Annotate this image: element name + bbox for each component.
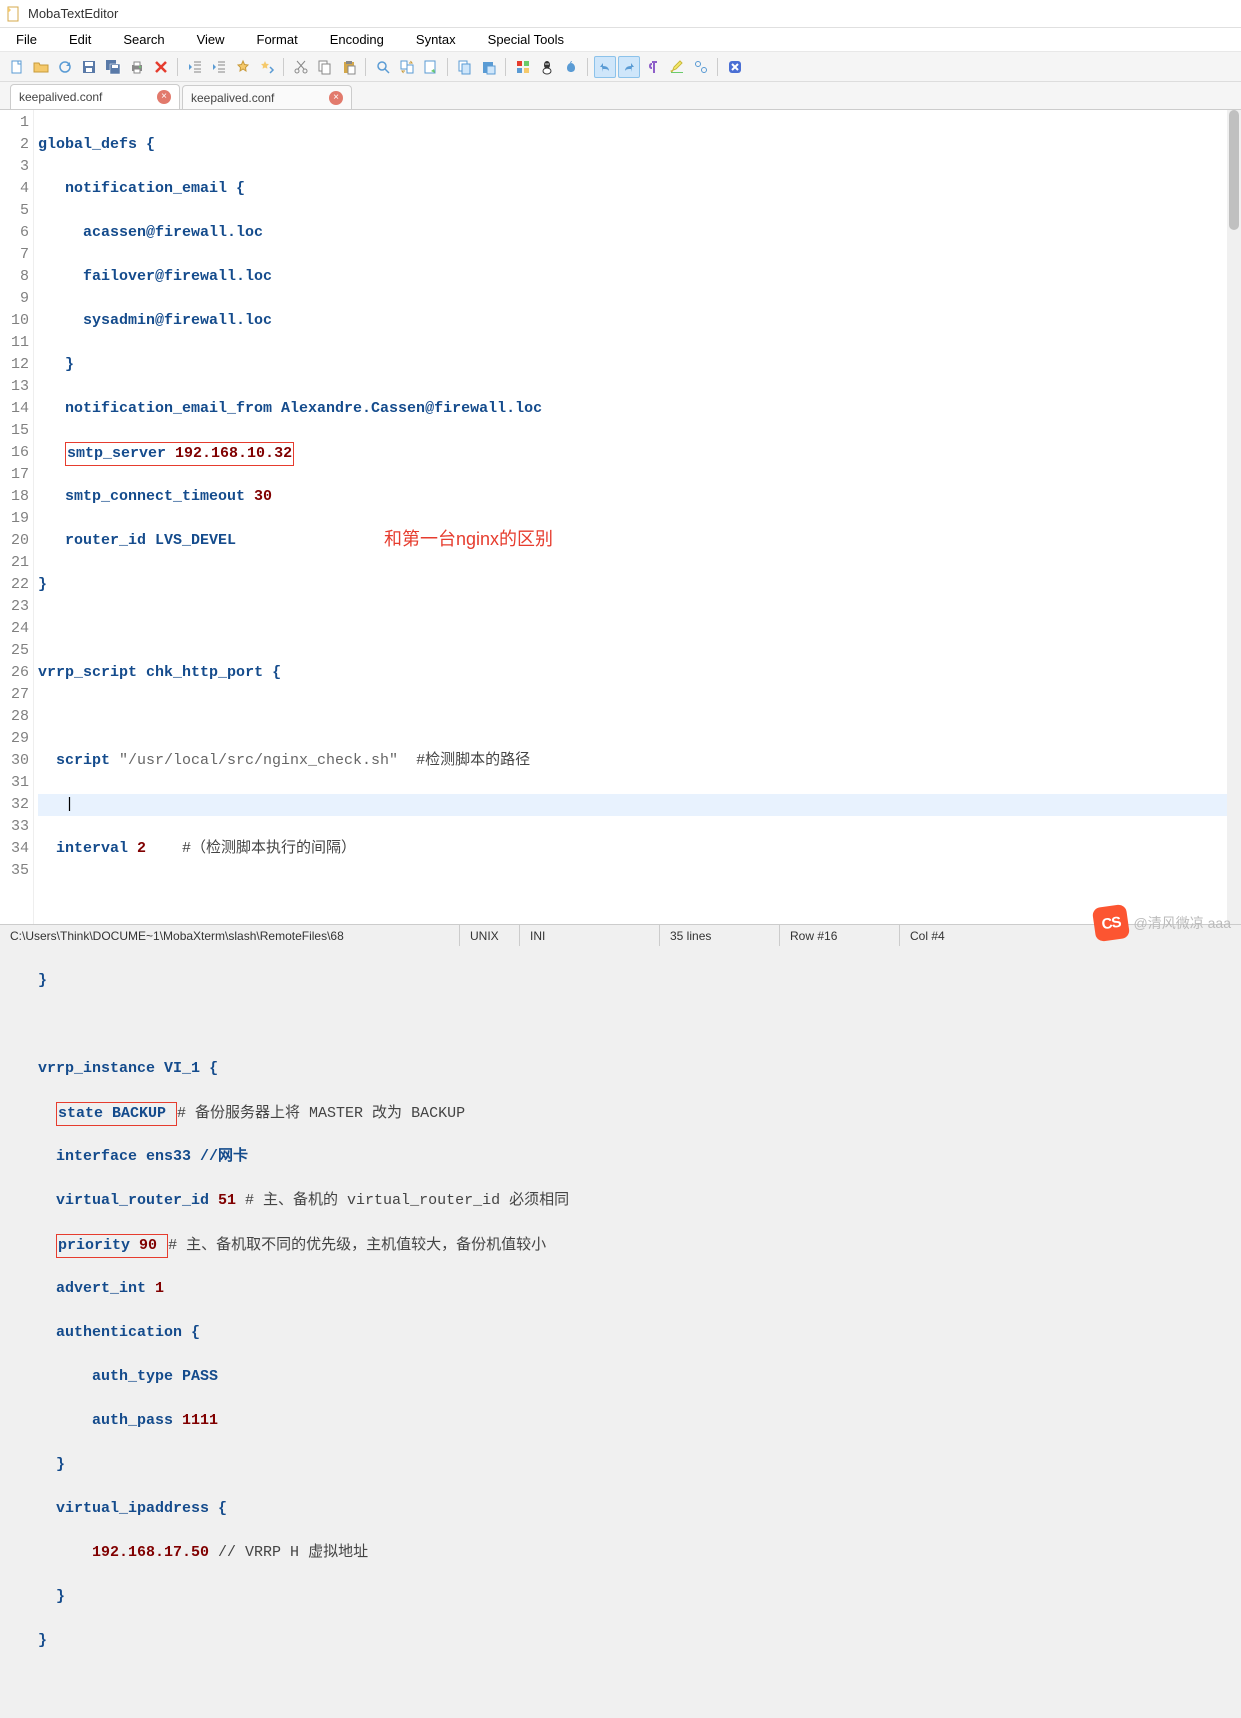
pilcrow-icon[interactable] [642, 56, 664, 78]
tab-label: keepalived.conf [191, 91, 274, 105]
tab-close-icon[interactable]: × [329, 91, 343, 105]
separator [502, 56, 510, 78]
bookmark-next-icon[interactable] [256, 56, 278, 78]
separator [174, 56, 182, 78]
mac-icon[interactable] [560, 56, 582, 78]
linux-icon[interactable] [536, 56, 558, 78]
line-gutter: 1234567891011121314151617181920212223242… [0, 110, 34, 924]
annotation-text: 和第一台nginx的区别 [384, 528, 553, 550]
copy-icon[interactable] [314, 56, 336, 78]
watermark: CS @清风微凉 aaa [1094, 906, 1231, 940]
save-icon[interactable] [78, 56, 100, 78]
separator [362, 56, 370, 78]
new-file-icon[interactable] [6, 56, 28, 78]
scrollbar-thumb[interactable] [1229, 110, 1239, 230]
watermark-badge: CS [1091, 904, 1129, 942]
outdent-icon[interactable] [184, 56, 206, 78]
cut-icon[interactable] [290, 56, 312, 78]
replace-icon[interactable] [396, 56, 418, 78]
menu-syntax[interactable]: Syntax [406, 29, 478, 50]
indent-icon[interactable] [208, 56, 230, 78]
tab-bar: keepalived.conf × keepalived.conf × [0, 82, 1241, 110]
tab-keepalived-2[interactable]: keepalived.conf × [182, 85, 352, 109]
copy-html-icon[interactable] [454, 56, 476, 78]
windows-icon[interactable] [512, 56, 534, 78]
menubar: File Edit Search View Format Encoding Sy… [0, 28, 1241, 52]
separator [584, 56, 592, 78]
menu-file[interactable]: File [6, 29, 59, 50]
code-area[interactable]: global_defs { notification_email { acass… [34, 110, 1241, 924]
status-lang: INI [520, 925, 660, 946]
goto-icon[interactable] [420, 56, 442, 78]
statusbar: C:\Users\Think\DOCUME~1\MobaXterm\slash\… [0, 924, 1241, 946]
bookmark-icon[interactable] [232, 56, 254, 78]
open-folder-icon[interactable] [30, 56, 52, 78]
paste-icon[interactable] [338, 56, 360, 78]
menu-format[interactable]: Format [247, 29, 320, 50]
watermark-text: @清风微凉 aaa [1134, 913, 1231, 933]
vertical-scrollbar[interactable] [1227, 110, 1241, 924]
undo-icon[interactable] [594, 56, 616, 78]
tab-close-icon[interactable]: × [157, 90, 171, 104]
status-col: Col #4 [900, 925, 1020, 946]
separator [444, 56, 452, 78]
save-all-icon[interactable] [102, 56, 124, 78]
exit-icon[interactable] [724, 56, 746, 78]
titlebar: MobaTextEditor [0, 0, 1241, 28]
status-row: Row #16 [780, 925, 900, 946]
menu-special-tools[interactable]: Special Tools [478, 29, 586, 50]
separator [280, 56, 288, 78]
tab-label: keepalived.conf [19, 90, 102, 104]
search-icon[interactable] [372, 56, 394, 78]
close-icon[interactable] [150, 56, 172, 78]
tab-keepalived-1[interactable]: keepalived.conf × [10, 84, 180, 109]
reload-icon[interactable] [54, 56, 76, 78]
status-lines: 35 lines [660, 925, 780, 946]
menu-encoding[interactable]: Encoding [320, 29, 406, 50]
status-path: C:\Users\Think\DOCUME~1\MobaXterm\slash\… [0, 925, 460, 946]
app-icon [6, 6, 22, 22]
toolbar [0, 52, 1241, 82]
window-title: MobaTextEditor [28, 6, 118, 21]
editor[interactable]: 1234567891011121314151617181920212223242… [0, 110, 1241, 924]
separator [714, 56, 722, 78]
paste-html-icon[interactable] [478, 56, 500, 78]
menu-edit[interactable]: Edit [59, 29, 113, 50]
settings-icon[interactable] [690, 56, 712, 78]
redo-icon[interactable] [618, 56, 640, 78]
status-eol: UNIX [460, 925, 520, 946]
print-icon[interactable] [126, 56, 148, 78]
menu-view[interactable]: View [187, 29, 247, 50]
menu-search[interactable]: Search [113, 29, 186, 50]
highlight-icon[interactable] [666, 56, 688, 78]
